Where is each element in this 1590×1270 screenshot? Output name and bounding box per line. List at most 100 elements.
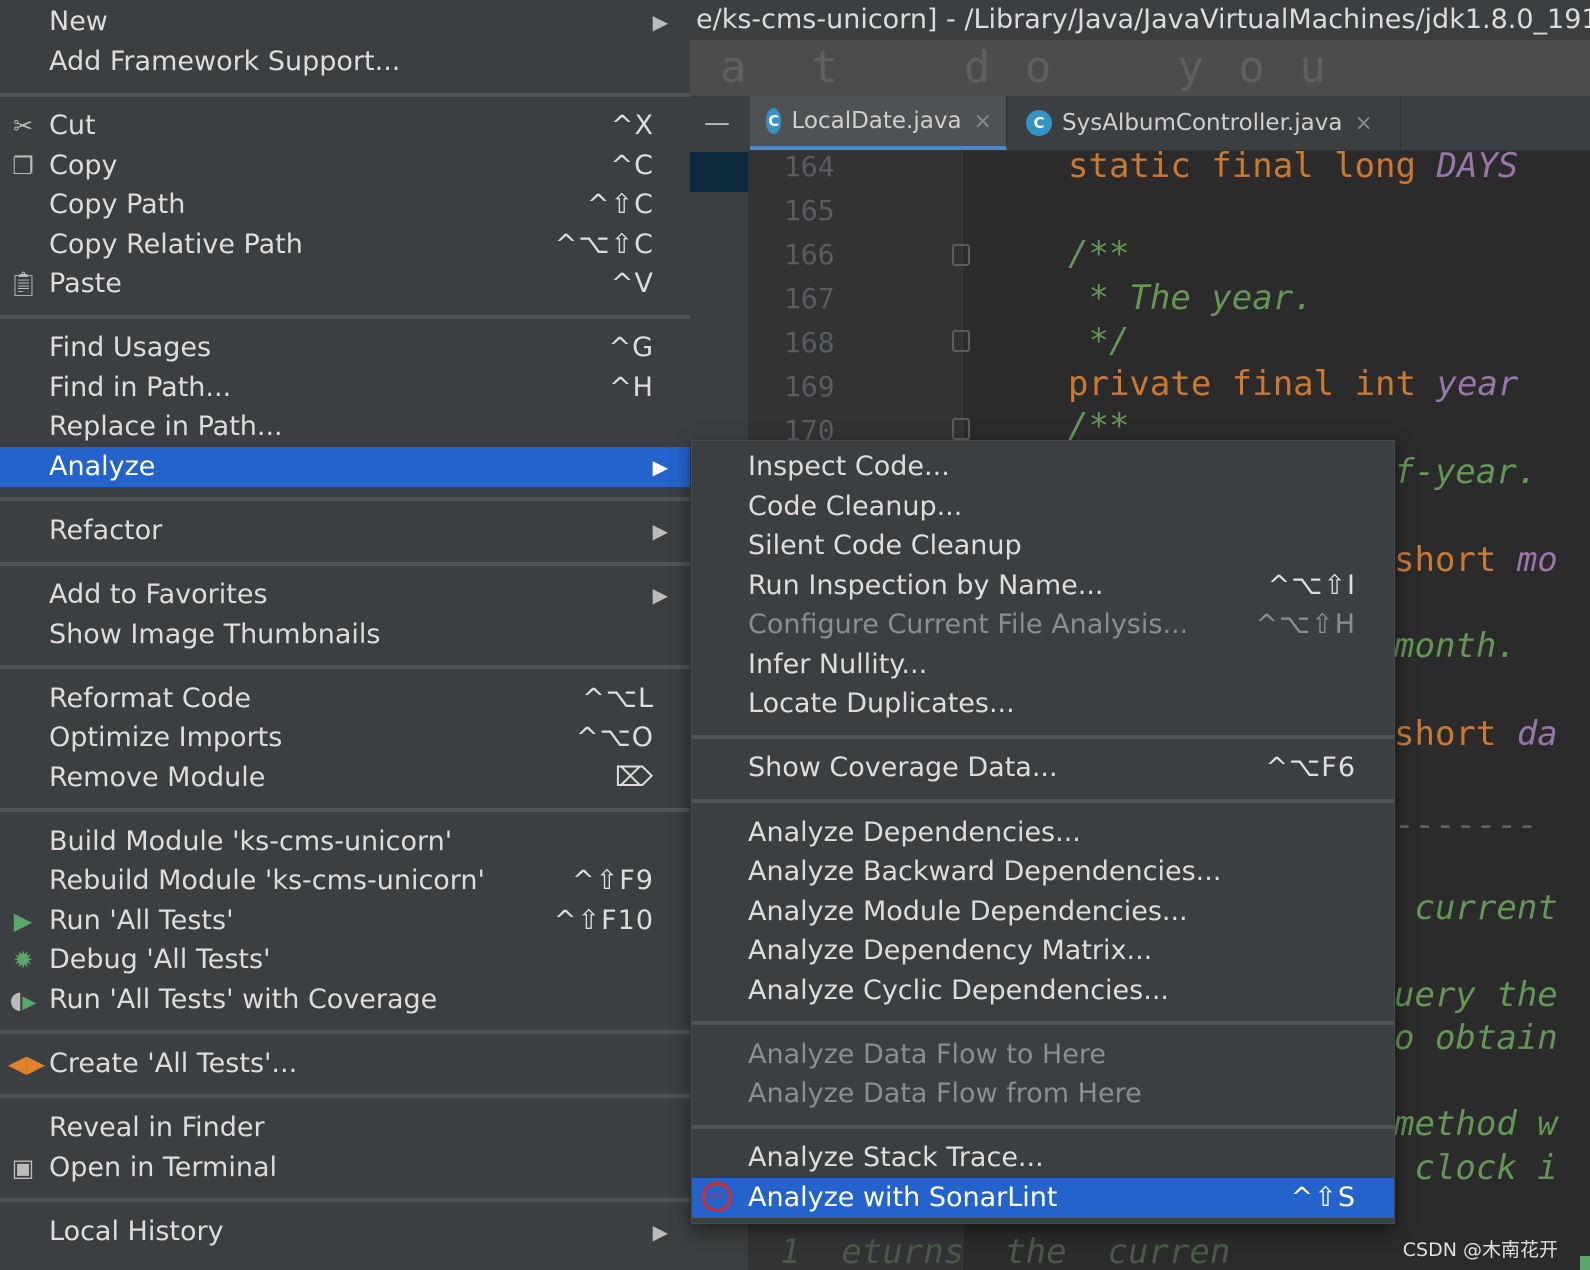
menu-separator (0, 315, 690, 319)
code-line: short mo (1394, 540, 1558, 580)
menu-item-local-history[interactable]: Local History ▶ (0, 1212, 690, 1252)
line-number: 165 (784, 194, 835, 227)
tab-label: LocalDate.java (791, 108, 962, 134)
menu-item-paste[interactable]: 📋︎ Paste ^V (0, 264, 690, 304)
submenu-item-configure-file-analysis: Configure Current File Analysis... ^⌥⇧H (692, 605, 1394, 645)
menu-separator (0, 1030, 690, 1034)
menu-item-rebuild-module[interactable]: Rebuild Module 'ks-cms-unicorn' ^⇧F9 (0, 861, 690, 901)
menu-item-reveal-in-finder[interactable]: Reveal in Finder (0, 1108, 690, 1148)
context-menu: New ▶ Add Framework Support... ✂ Cut ^X ❐ Co… (0, 0, 690, 1270)
submenu-item-silent-code-cleanup[interactable]: Silent Code Cleanup (692, 526, 1394, 566)
delete-key-icon: ⌦ (614, 762, 654, 793)
submenu-item-infer-nullity[interactable]: Infer Nullity... (692, 645, 1394, 685)
line-number: 166 (784, 238, 835, 271)
tab-label: SysAlbumController.java (1062, 110, 1343, 136)
menu-item-copy-relative-path[interactable]: Copy Relative Path ^⌥⇧C (0, 225, 690, 265)
menu-item-label: Build Module 'ks-cms-unicorn' (49, 826, 453, 857)
menu-item-optimize-imports[interactable]: Optimize Imports ^⌥O (0, 718, 690, 758)
terminal-icon: ▣ (11, 1154, 35, 1182)
menu-item-reformat-code[interactable]: Reformat Code ^⌥L (0, 679, 690, 719)
chevron-right-icon: ▶ (652, 583, 668, 607)
csdn-watermark: CSDN @木南花开 (1398, 1235, 1562, 1262)
run-icon: ▶ (13, 907, 33, 935)
chevron-right-icon: ▶ (652, 455, 668, 479)
menu-item-build-module[interactable]: Build Module 'ks-cms-unicorn' (0, 822, 690, 862)
menu-item-copy[interactable]: ❐ Copy ^C (0, 146, 690, 186)
menu-shortcut: ^⌥⇧I (1267, 570, 1356, 601)
submenu-item-locate-duplicates[interactable]: Locate Duplicates... (692, 684, 1394, 724)
menu-item-run-all-tests[interactable]: ▶ Run 'All Tests' ^⇧F10 (0, 901, 690, 941)
menu-item-cut[interactable]: ✂ Cut ^X (0, 106, 690, 146)
menu-item-find-in-path[interactable]: Find in Path... ^H (0, 368, 690, 408)
submenu-item-analyze-backward-dependencies[interactable]: Analyze Backward Dependencies... (692, 852, 1394, 892)
background-watermark: a t d o y o u (690, 40, 1590, 96)
sonarlint-icon: 〰 (702, 1182, 732, 1212)
code-comment: 1 eturns the curren (780, 1232, 1231, 1270)
submenu-item-show-coverage-data[interactable]: Show Coverage Data... ^⌥F6 (692, 748, 1394, 788)
menu-item-copy-path[interactable]: Copy Path ^⇧C (0, 185, 690, 225)
menu-item-refactor[interactable]: Refactor ▶ (0, 511, 690, 551)
menu-item-label: Analyze Dependencies... (748, 817, 1081, 848)
menu-separator (692, 735, 1394, 739)
menu-separator (0, 1198, 690, 1202)
copy-icon: ❐ (12, 152, 34, 180)
menu-shortcut: ^⇧C (586, 189, 654, 220)
menu-item-open-in-terminal[interactable]: ▣ Open in Terminal (0, 1148, 690, 1188)
fold-icon[interactable] (952, 418, 970, 440)
tab-sysalbumcontroller[interactable]: C SysAlbumController.java × (1010, 96, 1401, 150)
submenu-item-analyze-stack-trace[interactable]: Analyze Stack Trace... (692, 1138, 1394, 1178)
menu-item-new[interactable]: New ▶ (0, 2, 690, 42)
collapse-icon[interactable]: — (702, 110, 732, 136)
menu-item-replace-in-path[interactable]: Replace in Path... (0, 407, 690, 447)
menu-shortcut: ^⌥L (582, 683, 654, 714)
code-comment: current (1394, 888, 1558, 928)
menu-item-analyze[interactable]: Analyze ▶ (0, 447, 690, 487)
close-icon[interactable]: × (1354, 111, 1372, 136)
menu-shortcut: ^V (610, 268, 654, 299)
menu-item-show-image-thumbnails[interactable]: Show Image Thumbnails (0, 615, 690, 655)
code-keyword: private final int (1068, 364, 1437, 404)
class-icon: C (1026, 110, 1052, 136)
submenu-item-analyze-module-dependencies[interactable]: Analyze Module Dependencies... (692, 892, 1394, 932)
submenu-item-data-flow-from-here: Analyze Data Flow from Here (692, 1074, 1394, 1114)
submenu-item-inspect-code[interactable]: Inspect Code... (692, 447, 1394, 487)
submenu-item-analyze-cyclic-dependencies[interactable]: Analyze Cyclic Dependencies... (692, 971, 1394, 1011)
menu-item-label: Configure Current File Analysis... (748, 609, 1189, 640)
menu-separator (692, 799, 1394, 803)
tab-localdate[interactable]: C LocalDate.java × (750, 96, 1007, 150)
menu-item-label: Rebuild Module 'ks-cms-unicorn' (49, 865, 485, 896)
code-line: short da (1394, 714, 1558, 754)
close-icon[interactable]: × (974, 109, 992, 134)
menu-item-label: Find Usages (49, 332, 212, 363)
menu-item-label: Show Image Thumbnails (49, 619, 381, 650)
submenu-item-analyze-with-sonarlint[interactable]: 〰 Analyze with SonarLint ^⇧S (692, 1178, 1394, 1218)
submenu-item-analyze-dependency-matrix[interactable]: Analyze Dependency Matrix... (692, 931, 1394, 971)
submenu-item-run-inspection-by-name[interactable]: Run Inspection by Name... ^⌥⇧I (692, 566, 1394, 606)
menu-item-label: Reformat Code (49, 683, 251, 714)
menu-item-find-usages[interactable]: Find Usages ^G (0, 328, 690, 368)
menu-separator (692, 1125, 1394, 1129)
menu-item-label: Run 'All Tests' (49, 905, 234, 936)
code-comment: * The year. (1068, 278, 1314, 318)
menu-shortcut: ^⇧F9 (572, 865, 654, 896)
fold-icon[interactable] (952, 244, 970, 266)
menu-separator (0, 93, 690, 97)
menu-item-run-with-coverage[interactable]: ◖▶ Run 'All Tests' with Coverage (0, 980, 690, 1020)
code-field: mo (1516, 540, 1558, 580)
menu-item-label: Analyze Data Flow from Here (748, 1078, 1142, 1109)
menu-item-add-framework-support[interactable]: Add Framework Support... (0, 42, 690, 82)
menu-item-add-to-favorites[interactable]: Add to Favorites ▶ (0, 575, 690, 615)
submenu-item-code-cleanup[interactable]: Code Cleanup... (692, 487, 1394, 527)
menu-shortcut: ^⌥⇧H (1255, 609, 1356, 640)
chevron-right-icon: ▶ (652, 1220, 668, 1244)
code-comment: month. (1394, 626, 1517, 666)
submenu-item-analyze-dependencies[interactable]: Analyze Dependencies... (692, 813, 1394, 853)
menu-item-label: Analyze Dependency Matrix... (748, 935, 1153, 966)
menu-item-create-all-tests[interactable]: ◀▶ Create 'All Tests'... (0, 1044, 690, 1084)
menu-item-label: Analyze Backward Dependencies... (748, 856, 1222, 887)
menu-item-label: Debug 'All Tests' (49, 944, 271, 975)
menu-item-debug-all-tests[interactable]: ✹ Debug 'All Tests' (0, 940, 690, 980)
menu-item-remove-module[interactable]: Remove Module ⌦ (0, 758, 690, 798)
debug-icon: ✹ (12, 946, 34, 974)
fold-icon[interactable] (952, 330, 970, 352)
